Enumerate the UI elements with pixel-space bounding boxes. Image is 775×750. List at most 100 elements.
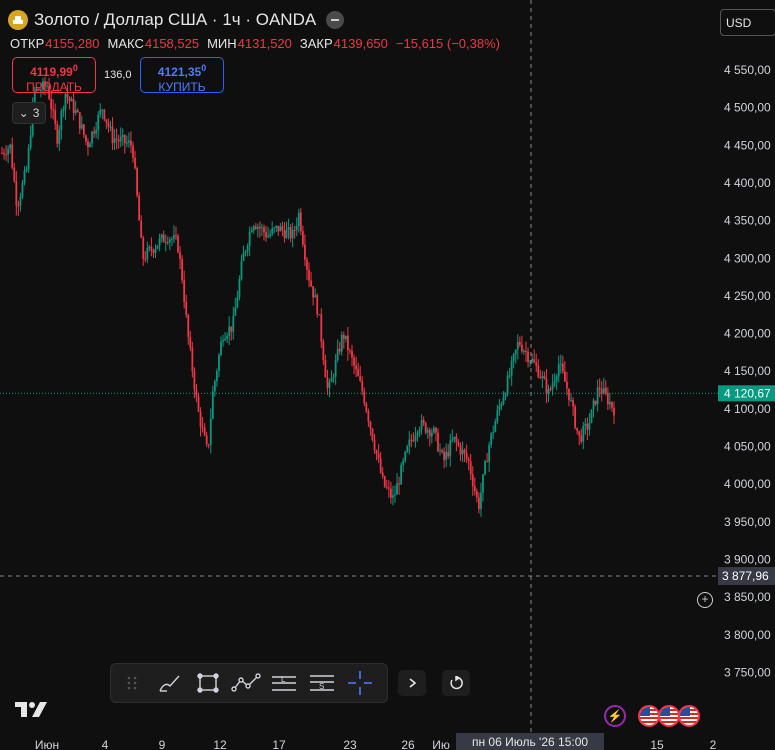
candle-body (299, 212, 302, 232)
candle-body (301, 231, 304, 245)
us-flag-icon[interactable] (678, 705, 700, 727)
candle-body (54, 110, 57, 125)
candle-body (97, 114, 100, 130)
price-tick-label: 4 450,00 (724, 138, 771, 152)
price-tick-label: 4 500,00 (724, 101, 771, 115)
candle-body (537, 365, 540, 377)
tradingview-logo-icon[interactable] (14, 698, 48, 724)
price-tick-label: 4 200,00 (724, 327, 771, 341)
buy-price-sup: 0 (201, 63, 207, 73)
candle-body (563, 371, 566, 382)
add-alert-icon[interactable]: + (697, 592, 713, 608)
price-tick-label: 4 400,00 (724, 176, 771, 190)
indicators-toggle[interactable]: ⌄ 3 (12, 102, 46, 124)
candle-body (261, 227, 263, 229)
buy-button[interactable]: 4121,350 КУПИТЬ (140, 57, 224, 94)
candle-body (467, 458, 470, 462)
candle-body (56, 124, 59, 144)
candle-body (334, 359, 337, 377)
price-chart[interactable]: 4 550,00 4 500,00 4 450,00 4 400,00 4 350,00… (0, 0, 775, 750)
us-flag-icon[interactable] (658, 705, 680, 727)
candle-body (277, 225, 280, 232)
candle-body (365, 403, 368, 412)
candle-body (177, 235, 179, 253)
brush-icon[interactable] (155, 668, 185, 698)
candle-body (402, 460, 405, 466)
candle-body (52, 109, 55, 111)
candle-body (326, 377, 329, 388)
candle-body (559, 363, 562, 365)
candle-body (58, 129, 61, 144)
candle-body (19, 197, 22, 206)
candle-body (265, 232, 267, 238)
candle-body (111, 126, 114, 143)
currency-select[interactable]: USD (720, 9, 775, 36)
flash-icon[interactable]: ⚡ (604, 705, 626, 727)
candle-body (529, 361, 531, 363)
candle-body (158, 238, 161, 246)
long-position-icon[interactable]: L (269, 668, 299, 698)
candle-body (486, 461, 488, 463)
candle-body (62, 109, 65, 112)
price-tick-label: 4 100,00 (724, 402, 771, 416)
symbol-title[interactable]: Золото / Доллар США · 1ч · OANDA (34, 10, 316, 30)
candle-body (451, 439, 454, 441)
spread-value: 136,0 (104, 69, 132, 81)
candle-body (490, 433, 493, 445)
sell-button[interactable]: 4119,990 ПРОДАТЬ (12, 57, 96, 94)
candle-body (400, 465, 403, 485)
candle-body (23, 170, 26, 183)
candle-body (185, 302, 188, 315)
candle-body (148, 246, 151, 248)
candle-body (342, 334, 345, 340)
candle-body (121, 135, 124, 138)
candle-body (314, 295, 317, 298)
candle-body (412, 440, 415, 442)
candle-body (68, 97, 71, 102)
short-position-icon[interactable]: S (307, 668, 337, 698)
chevron-right-icon[interactable] (398, 670, 426, 696)
candle-body (543, 376, 546, 379)
candle-body (463, 449, 466, 454)
candle-body (134, 157, 136, 169)
candle-body (453, 436, 456, 440)
candle-body (89, 143, 91, 148)
chevron-down-icon: ⌄ (18, 106, 29, 120)
high-value: 4158,525 (144, 36, 200, 51)
us-flag-icon[interactable] (638, 705, 660, 727)
candle-body (330, 377, 333, 382)
price-tick-label: 4 350,00 (724, 214, 771, 228)
candle-body (398, 483, 400, 485)
low-key: МИН (207, 36, 237, 51)
candle-body (103, 109, 106, 120)
candle-body (340, 334, 343, 352)
open-value: 4155,280 (45, 36, 100, 51)
candle-body (441, 450, 443, 452)
price-tick-label: 4 300,00 (724, 251, 771, 265)
candle-body (312, 286, 315, 298)
ohlc-legend: ОТКР4155,280 МАКС4158,525 МИН4131,520 ЗАКР4… (10, 36, 508, 51)
candle-body (516, 341, 519, 350)
buy-price: 4121,350 (141, 61, 223, 80)
candle-body (375, 450, 378, 454)
close-key: ЗАКР (299, 36, 333, 51)
reset-icon[interactable] (442, 670, 470, 696)
crosshair-icon[interactable] (345, 668, 375, 698)
path-icon[interactable] (231, 668, 261, 698)
candle-body (105, 119, 108, 123)
candle-body (123, 135, 126, 144)
candle-body (252, 226, 255, 231)
candle-body (586, 423, 589, 430)
trading-chart[interactable]: 4 550,00 4 500,00 4 450,00 4 400,00 4 350,00… (0, 0, 775, 750)
minimize-icon[interactable] (326, 11, 345, 29)
candle-body (439, 450, 441, 452)
candle-body (191, 347, 194, 372)
candle-body (144, 258, 147, 260)
candle-body (424, 422, 427, 433)
candle-body (598, 387, 601, 390)
rectangle-icon[interactable] (193, 668, 223, 698)
candle-body (234, 307, 237, 316)
candle-body (193, 371, 196, 390)
drag-handle-icon[interactable] (117, 668, 147, 698)
sell-price-sup: 0 (72, 63, 78, 73)
